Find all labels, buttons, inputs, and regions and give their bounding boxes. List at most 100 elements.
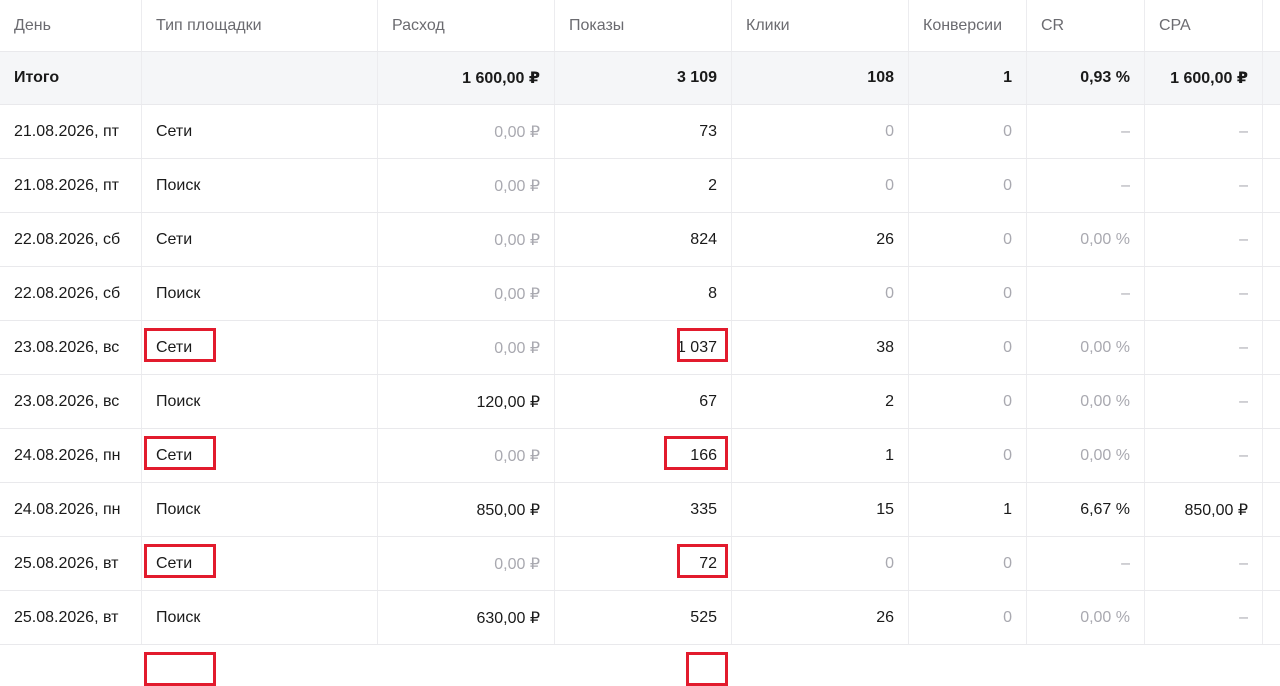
placement-type-cell: Поиск xyxy=(142,267,378,320)
spend-cell: 0,00 ₽ xyxy=(378,267,555,320)
table-row[interactable]: 22.08.2026, сб Поиск 0,00 ₽8 0 0– – xyxy=(0,267,1280,321)
table-row[interactable]: 25.08.2026, вт Сети 0,00 ₽72 0 0– – xyxy=(0,537,1280,591)
impressions-cell: 2 xyxy=(555,159,732,212)
column-header-cr[interactable]: CR xyxy=(1027,0,1145,51)
extra-cell xyxy=(1263,159,1280,212)
table-row[interactable]: 21.08.2026, пт Поиск 0,00 ₽2 0 0– – xyxy=(0,159,1280,213)
cpa-cell: – xyxy=(1145,375,1263,428)
placement-type-cell: Сети xyxy=(142,321,378,374)
placement-type-cell: Поиск xyxy=(142,591,378,644)
impressions-cell: 8 xyxy=(555,267,732,320)
impressions-cell: 166 xyxy=(555,429,732,482)
cpa-cell: – xyxy=(1145,591,1263,644)
impressions-cell: 335 xyxy=(555,483,732,536)
day-cell: 22.08.2026, сб xyxy=(0,267,142,320)
extra-cell xyxy=(1263,321,1280,374)
conversions-cell: 0 xyxy=(909,105,1027,158)
table-row[interactable]: 25.08.2026, вт Поиск 630,00 ₽525 26 0 0,00 % – xyxy=(0,591,1280,645)
table-row[interactable]: 24.08.2026, пн Поиск 850,00 ₽335 15 1 6,67 % 8… xyxy=(0,483,1280,537)
total-spend: 1 600,00 ₽ xyxy=(378,52,555,104)
clicks-cell: 0 xyxy=(732,105,909,158)
column-header-conversions[interactable]: Конверсии xyxy=(909,0,1027,51)
spend-cell: 630,00 ₽ xyxy=(378,591,555,644)
cr-cell: 0,00 % xyxy=(1027,375,1145,428)
clicks-cell: 2 xyxy=(732,375,909,428)
conversions-cell: 0 xyxy=(909,375,1027,428)
day-cell: 21.08.2026, пт xyxy=(0,159,142,212)
placement-type-cell: Сети xyxy=(142,429,378,482)
cr-cell: – xyxy=(1027,159,1145,212)
extra-cell xyxy=(1263,591,1280,644)
cr-cell: 0,00 % xyxy=(1027,591,1145,644)
conversions-cell: 0 xyxy=(909,213,1027,266)
day-cell: 21.08.2026, пт xyxy=(0,105,142,158)
cr-cell: 6,67 % xyxy=(1027,483,1145,536)
impressions-cell: 67 xyxy=(555,375,732,428)
impressions-cell: 1 037 xyxy=(555,321,732,374)
cpa-cell: – xyxy=(1145,213,1263,266)
column-header-cpa[interactable]: CPA xyxy=(1145,0,1263,51)
cr-cell: 0,00 % xyxy=(1027,213,1145,266)
table-row[interactable]: 23.08.2026, вс Поиск 120,00 ₽67 2 0 0,00 % – xyxy=(0,375,1280,429)
total-cpa: 1 600,00 ₽ xyxy=(1145,52,1263,104)
table-row[interactable]: 22.08.2026, сб Сети 0,00 ₽824 26 0 0,00 % – xyxy=(0,213,1280,267)
impressions-cell: 824 xyxy=(555,213,732,266)
clicks-cell: 1 xyxy=(732,429,909,482)
clicks-cell: 38 xyxy=(732,321,909,374)
cpa-cell: – xyxy=(1145,159,1263,212)
placement-type-cell: Поиск xyxy=(142,483,378,536)
day-cell: 25.08.2026, вт xyxy=(0,537,142,590)
table-header-row: День Тип площадки Расход Показы Клики Ко… xyxy=(0,0,1280,52)
placement-type-cell: Сети xyxy=(142,105,378,158)
total-impressions: 3 109 xyxy=(555,52,732,104)
column-header-spend[interactable]: Расход xyxy=(378,0,555,51)
impressions-cell: 525 xyxy=(555,591,732,644)
conversions-cell: 0 xyxy=(909,321,1027,374)
cpa-cell: – xyxy=(1145,105,1263,158)
cpa-cell: – xyxy=(1145,321,1263,374)
column-header-impressions[interactable]: Показы xyxy=(555,0,732,51)
column-header-clicks[interactable]: Клики xyxy=(732,0,909,51)
column-header-day[interactable]: День xyxy=(0,0,142,51)
day-cell: 23.08.2026, вс xyxy=(0,375,142,428)
extra-cell xyxy=(1263,213,1280,266)
highlight-placement-type xyxy=(144,652,216,686)
spend-cell: 0,00 ₽ xyxy=(378,159,555,212)
highlight-impressions xyxy=(686,652,728,686)
extra-cell xyxy=(1263,375,1280,428)
cpa-cell: – xyxy=(1145,537,1263,590)
cr-cell: – xyxy=(1027,267,1145,320)
clicks-cell: 0 xyxy=(732,267,909,320)
conversions-cell: 0 xyxy=(909,159,1027,212)
table-row[interactable]: 24.08.2026, пн Сети 0,00 ₽166 1 0 0,00 % – xyxy=(0,429,1280,483)
spend-cell: 0,00 ₽ xyxy=(378,429,555,482)
column-header-extra xyxy=(1263,0,1280,51)
day-cell: 25.08.2026, вт xyxy=(0,591,142,644)
impressions-cell: 73 xyxy=(555,105,732,158)
cr-cell: – xyxy=(1027,537,1145,590)
conversions-cell: 0 xyxy=(909,267,1027,320)
column-header-placement-type[interactable]: Тип площадки xyxy=(142,0,378,51)
clicks-cell: 26 xyxy=(732,591,909,644)
total-extra xyxy=(1263,52,1280,104)
stats-table: День Тип площадки Расход Показы Клики Ко… xyxy=(0,0,1280,645)
table-row[interactable]: 21.08.2026, пт Сети 0,00 ₽73 0 0– – xyxy=(0,105,1280,159)
cpa-cell: – xyxy=(1145,429,1263,482)
clicks-cell: 0 xyxy=(732,159,909,212)
placement-type-cell: Сети xyxy=(142,213,378,266)
day-cell: 24.08.2026, пн xyxy=(0,429,142,482)
spend-cell: 120,00 ₽ xyxy=(378,375,555,428)
day-cell: 23.08.2026, вс xyxy=(0,321,142,374)
cpa-cell: 850,00 ₽ xyxy=(1145,483,1263,536)
placement-type-cell: Сети xyxy=(142,537,378,590)
total-type xyxy=(142,52,378,104)
table-row[interactable]: 23.08.2026, вс Сети 0,00 ₽1 037 38 0 0,00 % – xyxy=(0,321,1280,375)
table-body: 21.08.2026, пт Сети 0,00 ₽73 0 0– –21.08.2026… xyxy=(0,105,1280,645)
spend-cell: 0,00 ₽ xyxy=(378,105,555,158)
extra-cell xyxy=(1263,105,1280,158)
placement-type-cell: Поиск xyxy=(142,159,378,212)
conversions-cell: 1 xyxy=(909,483,1027,536)
cr-cell: – xyxy=(1027,105,1145,158)
extra-cell xyxy=(1263,483,1280,536)
day-cell: 24.08.2026, пн xyxy=(0,483,142,536)
